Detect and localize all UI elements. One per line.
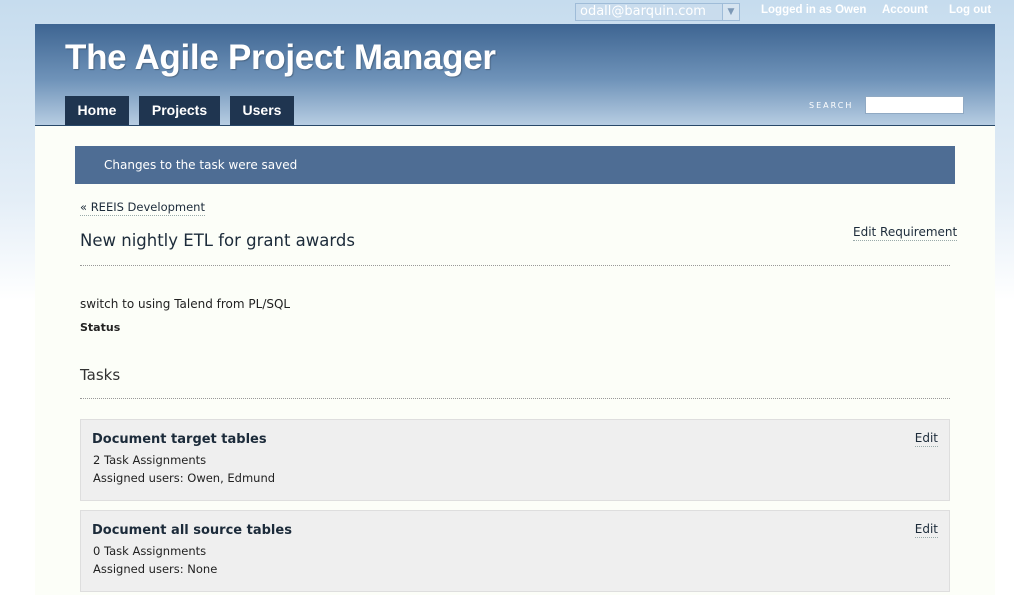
task-name: Document target tables xyxy=(92,432,267,447)
edit-requirement-link[interactable]: Edit Requirement xyxy=(853,225,958,241)
nav-tab-projects[interactable]: Projects xyxy=(139,96,220,125)
chevron-down-icon[interactable]: ▼ xyxy=(722,4,739,20)
nav-tab-users[interactable]: Users xyxy=(230,96,294,125)
task-assigned-users: Assigned users: None xyxy=(93,562,218,576)
task-edit-link[interactable]: Edit xyxy=(914,431,938,447)
account-select-value: odall@barquin.com xyxy=(580,4,706,19)
logout-link[interactable]: Log out xyxy=(949,4,991,16)
site-header: The Agile Project Manager Home Projects … xyxy=(35,24,995,125)
account-select[interactable]: odall@barquin.com ▼ xyxy=(575,3,740,21)
task-assigned-users: Assigned users: Owen, Edmund xyxy=(93,471,276,485)
tasks-divider xyxy=(80,398,950,399)
task-card: Document target tables 2 Task Assignment… xyxy=(80,419,950,501)
status-label: Status xyxy=(80,321,121,334)
task-name: Document all source tables xyxy=(92,523,292,538)
task-assignments-count: 0 Task Assignments xyxy=(93,544,207,558)
task-card: Document all source tables 0 Task Assign… xyxy=(80,510,950,592)
flash-message: Changes to the task were saved xyxy=(75,146,955,184)
nav-tab-home[interactable]: Home xyxy=(65,96,129,125)
tasks-heading: Tasks xyxy=(80,366,121,384)
site-title[interactable]: The Agile Project Manager xyxy=(65,38,496,78)
search-label: SEARCH xyxy=(809,101,854,110)
task-edit-link[interactable]: Edit xyxy=(914,522,938,538)
requirement-title: New nightly ETL for grant awards xyxy=(80,231,355,250)
title-divider xyxy=(80,265,950,266)
task-assignments-count: 2 Task Assignments xyxy=(93,453,207,467)
requirement-description: switch to using Talend from PL/SQL xyxy=(80,297,291,311)
logged-in-text: Logged in as Owen xyxy=(761,4,867,16)
search-input[interactable] xyxy=(865,96,964,114)
account-link[interactable]: Account xyxy=(882,4,928,16)
main-content: Changes to the task were saved « REEIS D… xyxy=(35,126,995,595)
breadcrumb-link[interactable]: « REEIS Development xyxy=(80,200,205,216)
top-bar: odall@barquin.com ▼ Logged in as Owen Ac… xyxy=(0,0,1014,24)
